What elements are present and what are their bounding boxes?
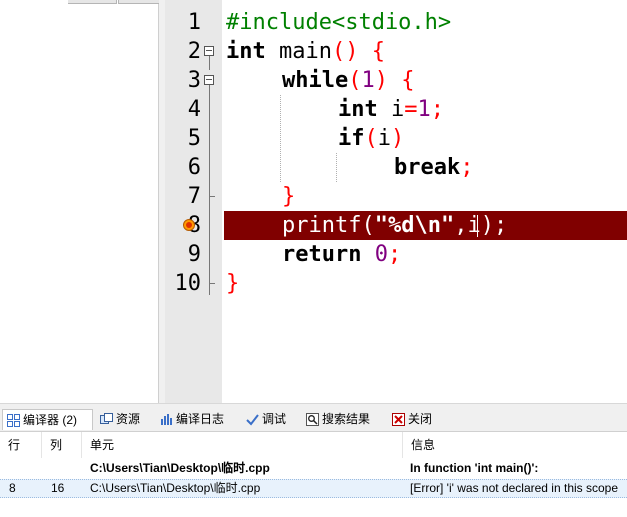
fold-toggle-main[interactable]	[204, 46, 214, 56]
tab-compiler-label: 编译器 (2)	[23, 413, 78, 427]
tab-debug-label: 调试	[262, 412, 287, 426]
line-number: 5	[187, 126, 201, 151]
line-number: 6	[187, 155, 201, 180]
tab-search-results-label: 搜索结果	[322, 412, 371, 426]
line-number: 10	[174, 271, 202, 296]
operator: (	[364, 126, 378, 151]
line-number: 9	[187, 242, 201, 267]
row2-unit[interactable]: C:\Users\Tian\Desktop\临时.cpp	[90, 479, 400, 497]
indent-guide	[336, 153, 337, 182]
keyword: return	[282, 242, 362, 267]
error-marker-icon[interactable]	[183, 219, 195, 231]
operator: ;	[430, 97, 444, 122]
number: 0	[374, 242, 388, 267]
row2-line[interactable]: 8	[9, 479, 39, 497]
line-number: 7	[187, 184, 201, 209]
row1-line[interactable]	[9, 459, 39, 477]
code-line-6: break;	[394, 153, 473, 182]
operator: }	[282, 184, 296, 209]
row1-message[interactable]: In function 'int main()':	[410, 459, 625, 477]
code-line-2: int main() {	[226, 37, 385, 66]
keyword: if	[338, 126, 365, 151]
row1-unit[interactable]: C:\Users\Tian\Desktop\临时.cpp	[90, 459, 400, 477]
project-panel-tabs[interactable]	[0, 0, 159, 4]
string-literal: "%d\n"	[374, 213, 455, 238]
tab-close[interactable]: 关闭	[388, 409, 442, 430]
identifier: i	[377, 97, 405, 122]
code-line-4: int i=1;	[338, 95, 444, 124]
operator: (	[348, 68, 362, 93]
operator: ()	[331, 39, 359, 64]
project-panel	[0, 0, 159, 403]
search-results-icon	[306, 413, 319, 426]
code-line-7: }	[282, 182, 295, 211]
code-line-10: }	[226, 269, 239, 298]
column-header-message[interactable]: 信息	[403, 432, 627, 458]
indent-guide	[280, 95, 281, 182]
code-line-5: if(i)	[338, 124, 404, 153]
tab-compile-log[interactable]: 编译日志	[156, 409, 238, 430]
debug-check-icon	[246, 414, 259, 426]
code-line-9: return 0;	[282, 240, 401, 269]
tab-resources-label: 资源	[116, 412, 141, 426]
tab-close-label: 关闭	[408, 412, 433, 426]
keyword: int	[338, 97, 378, 122]
code-line-8: printf("%d\n",i);	[282, 211, 507, 240]
text-caret	[477, 215, 478, 237]
operator: {	[387, 68, 415, 93]
fold-line	[209, 85, 210, 295]
operator: =	[404, 97, 418, 122]
operator: ;	[460, 155, 474, 180]
operator: }	[226, 271, 240, 296]
row2-message[interactable]: [Error] 'i' was not declared in this sco…	[410, 479, 625, 497]
identifier: i	[467, 213, 481, 238]
number: 1	[361, 68, 375, 93]
code-line-3: while(1) {	[282, 66, 414, 95]
identifier: i	[377, 126, 391, 151]
column-header-unit[interactable]: 单元	[82, 432, 403, 458]
line-number: 4	[187, 97, 201, 122]
tab-resources[interactable]: 资源	[96, 409, 152, 430]
fold-line	[209, 56, 210, 70]
code-line-1: #include<stdio.h>	[226, 8, 451, 37]
fold-toggle-while[interactable]	[204, 75, 214, 85]
keyword: int	[226, 39, 266, 64]
operator: (	[361, 213, 375, 238]
operator: );	[480, 213, 508, 238]
fold-end-while	[209, 196, 215, 197]
row1-col[interactable]	[51, 459, 81, 477]
row2-col[interactable]: 16	[51, 479, 81, 497]
operator: )	[391, 126, 405, 151]
line-number: 3	[187, 68, 201, 93]
fold-end-main	[209, 283, 215, 284]
bottom-tab-bar: 编译器 (2) 资源 编译日志 调试 搜索结果 关闭	[0, 408, 627, 431]
tab-compile-log-label: 编译日志	[176, 412, 225, 426]
preprocessor-include: #include<stdio.h>	[226, 10, 452, 35]
number: 1	[417, 97, 431, 122]
tab-debug[interactable]: 调试	[242, 409, 298, 430]
tab-search-results[interactable]: 搜索结果	[302, 409, 384, 430]
keyword: while	[282, 68, 349, 93]
tab-compiler[interactable]: 编译器 (2)	[2, 409, 93, 430]
compiler-messages-table: 行 列 单元 信息 C:\Users\Tian\Desktop\临时.cpp I…	[0, 431, 627, 517]
resources-icon	[100, 413, 113, 424]
operator: ,	[454, 213, 468, 238]
column-header-col[interactable]: 列	[42, 432, 82, 458]
operator: )	[374, 68, 388, 93]
line-number: 2	[187, 39, 201, 64]
close-icon	[392, 413, 405, 426]
operator: {	[358, 39, 385, 64]
line-number: 1	[187, 10, 201, 35]
column-header-line[interactable]: 行	[0, 432, 42, 458]
compiler-grid-icon	[7, 414, 20, 427]
operator: ;	[387, 242, 402, 267]
identifier: printf	[282, 213, 362, 238]
compile-log-chart-icon	[161, 414, 172, 425]
identifier: main	[265, 39, 332, 64]
keyword: break	[394, 155, 461, 180]
